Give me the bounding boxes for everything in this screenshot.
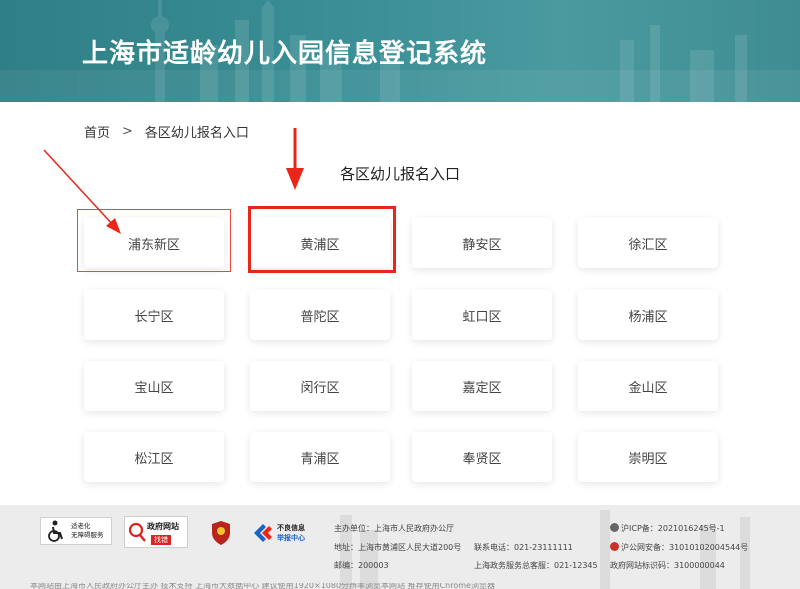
district-card-qingpu[interactable]: 青浦区 [250,432,390,482]
footer-postcode: 邮编：200003 [334,561,389,570]
footer-site-id: 政府网站标识码：3100000044 [610,561,725,570]
footer-police-text: 沪公网安备：31010102004544号 [621,543,749,552]
footer-police-record[interactable]: 沪公网安备：31010102004544号 [610,542,748,553]
district-card-chongming[interactable]: 崇明区 [578,432,718,482]
district-card-fengxian[interactable]: 奉贤区 [412,432,552,482]
shield-icon [212,521,230,545]
report-center-icon [254,524,272,542]
district-card-jiading[interactable]: 嘉定区 [412,361,552,411]
footer-bottom-line: 本网站由上海市人民政府办公厅主办 技术支持 上海市大数据中心 建议使用1920×… [30,583,495,589]
breadcrumb: 首页 > 各区幼儿报名入口 [84,122,249,141]
district-card-hongkou[interactable]: 虹口区 [412,290,552,340]
breadcrumb-home-link[interactable]: 首页 [84,122,110,141]
accessibility-logo-line1: 适老化 [71,522,91,530]
district-card-jingan[interactable]: 静安区 [412,218,552,268]
magnifier-icon [128,522,146,542]
footer-address: 地址：上海市黄浦区人民大道200号 [334,543,462,552]
district-card-putuo[interactable]: 普陀区 [250,290,390,340]
gov-logo-subtitle: 找错 [151,535,171,545]
section-title: 各区幼儿报名入口 [340,165,461,183]
annotation-highlight-box [77,209,231,272]
footer-service-hotline: 上海政务服务总客服：021-12345 [474,561,598,570]
page-title: 上海市适龄幼儿入园信息登记系统 [82,39,488,69]
breadcrumb-separator: > [122,124,133,139]
footer-icp[interactable]: 沪ICP备：2021016245号-1 [610,523,725,534]
annotation-highlight-box-bold [248,206,396,273]
gov-site-error-report-logo[interactable]: 政府网站 找错 [124,516,188,548]
report-logo-line2: 举报中心 [277,534,305,542]
footer-phone: 联系电话：021-23111111 [474,543,573,552]
district-card-minhang[interactable]: 闵行区 [250,361,390,411]
header-banner: 上海市适龄幼儿入园信息登记系统 [0,0,800,102]
district-card-songjiang[interactable]: 松江区 [84,432,224,482]
gov-logo-title: 政府网站 [147,522,179,531]
district-card-changning[interactable]: 长宁区 [84,290,224,340]
police-emblem-icon [610,542,619,551]
report-logo-line1: 不良信息 [277,524,305,532]
district-card-baoshan[interactable]: 宝山区 [84,361,224,411]
accessibility-logo-line2: 无障碍服务 [71,531,104,539]
district-card-yangpu[interactable]: 杨浦区 [578,290,718,340]
breadcrumb-current: 各区幼儿报名入口 [144,126,249,141]
footer-icp-text: 沪ICP备：2021016245号-1 [621,524,725,533]
icp-icon [610,523,619,532]
illegal-info-report-logo[interactable]: 不良信息 举报中心 [252,520,318,546]
district-card-xuhui[interactable]: 徐汇区 [578,218,718,268]
district-card-jinshan[interactable]: 金山区 [578,361,718,411]
public-security-badge-logo[interactable] [210,520,232,546]
wheelchair-icon [48,520,63,542]
footer-host: 主办单位：上海市人民政府办公厅 [334,524,454,533]
accessibility-service-logo[interactable]: 适老化 无障碍服务 [40,517,112,545]
